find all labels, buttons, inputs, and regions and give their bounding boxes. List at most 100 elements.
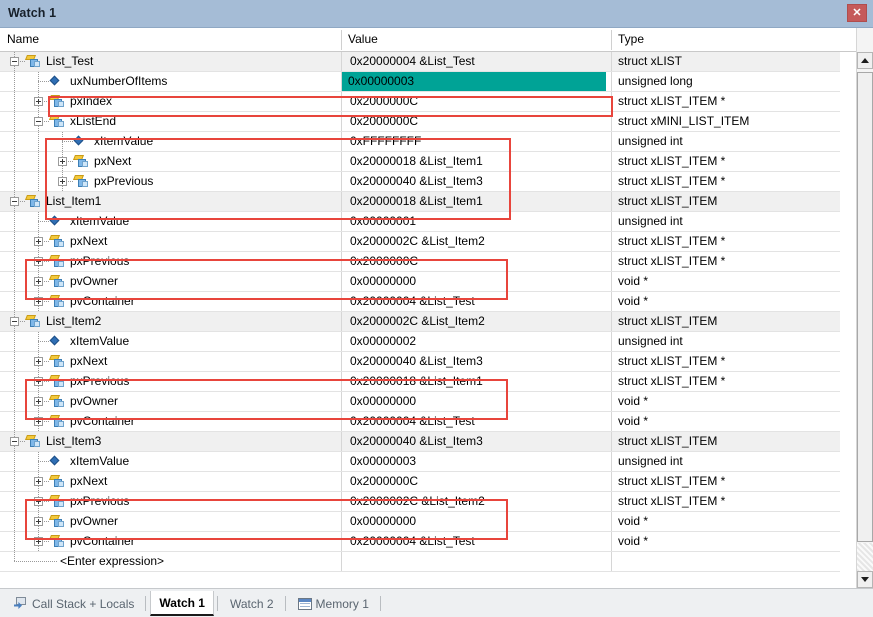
collapse-icon[interactable]	[10, 57, 19, 66]
table-row[interactable]: pvContainer 0x20000004 &List_Test void *	[0, 292, 840, 312]
tab-call-stack-locals[interactable]: Call Stack + Locals	[6, 591, 142, 616]
expand-icon[interactable]	[34, 537, 43, 546]
cell-value[interactable]	[341, 552, 611, 571]
cell-value[interactable]: 0x00000001	[341, 212, 611, 231]
table-row[interactable]: List_Item1 0x20000018 &List_Item1 struct x…	[0, 192, 840, 212]
cell-value[interactable]: 0x2000002C &List_Item2	[341, 312, 611, 331]
expand-icon[interactable]	[34, 477, 43, 486]
collapse-icon[interactable]	[10, 197, 19, 206]
cell-name[interactable]: pxIndex	[0, 92, 341, 111]
cell-name[interactable]: uxNumberOfItems	[0, 72, 341, 91]
cell-value[interactable]: 0x00000002	[341, 332, 611, 351]
table-row[interactable]: List_Item3 0x20000040 &List_Item3 struct x…	[0, 432, 840, 452]
expand-icon[interactable]	[34, 357, 43, 366]
cell-name[interactable]: pvContainer	[0, 292, 341, 311]
cell-name[interactable]: pvOwner	[0, 272, 341, 291]
expand-icon[interactable]	[34, 417, 43, 426]
expand-icon[interactable]	[34, 397, 43, 406]
cell-value[interactable]: 0x2000002C &List_Item2	[341, 492, 611, 511]
table-row[interactable]: xItemValue 0x00000003 unsigned int	[0, 452, 840, 472]
expand-icon[interactable]	[34, 237, 43, 246]
cell-value[interactable]: 0x00000003	[341, 452, 611, 471]
expand-icon[interactable]	[58, 177, 67, 186]
table-row[interactable]: List_Test 0x20000004 &List_Test struct xLI…	[0, 52, 840, 72]
cell-value[interactable]: 0x2000000C	[341, 472, 611, 491]
table-row[interactable]: pxPrevious 0x2000000C struct xLIST_ITEM *	[0, 252, 840, 272]
expand-icon[interactable]	[34, 517, 43, 526]
expand-icon[interactable]	[34, 257, 43, 266]
cell-value[interactable]: 0x20000018 &List_Item1	[341, 152, 611, 171]
collapse-icon[interactable]	[34, 117, 43, 126]
close-button[interactable]: ✕	[847, 4, 867, 22]
table-row[interactable]: pvContainer 0x20000004 &List_Test void *	[0, 412, 840, 432]
cell-name[interactable]: List_Item3	[0, 432, 341, 451]
column-header-value[interactable]: Value	[341, 28, 611, 51]
scrollbar-thumb[interactable]	[857, 72, 873, 542]
cell-value[interactable]: 0x20000040 &List_Item3	[341, 352, 611, 371]
cell-name[interactable]: pxPrevious	[0, 372, 341, 391]
scroll-down-button[interactable]	[857, 571, 873, 588]
table-row[interactable]: pxPrevious 0x20000018 &List_Item1 struct x…	[0, 372, 840, 392]
table-row[interactable]: pvContainer 0x20000004 &List_Test void *	[0, 532, 840, 552]
table-row[interactable]: xItemValue 0x00000002 unsigned int	[0, 332, 840, 352]
scroll-up-button[interactable]	[857, 52, 873, 69]
table-row[interactable]: xItemValue 0xFFFFFFFF unsigned int	[0, 132, 840, 152]
cell-name[interactable]: pxNext	[0, 232, 341, 251]
cell-value[interactable]: 0x2000002C &List_Item2	[341, 232, 611, 251]
expand-icon[interactable]	[34, 297, 43, 306]
cell-value[interactable]: 0x20000040 &List_Item3	[341, 432, 611, 451]
table-row[interactable]: pxPrevious 0x2000002C &List_Item2 struct x…	[0, 492, 840, 512]
table-row[interactable]: pvOwner 0x00000000 void *	[0, 512, 840, 532]
table-row[interactable]: xItemValue 0x00000001 unsigned int	[0, 212, 840, 232]
expand-icon[interactable]	[34, 497, 43, 506]
cell-name[interactable]: pxNext	[0, 152, 341, 171]
cell-name[interactable]: xItemValue	[0, 212, 341, 231]
cell-value[interactable]: 0x20000040 &List_Item3	[341, 172, 611, 191]
tab-watch-1[interactable]: Watch 1	[150, 591, 214, 616]
table-row[interactable]: pxNext 0x20000040 &List_Item3 struct xLIST…	[0, 352, 840, 372]
enter-expression-placeholder[interactable]: <Enter expression>	[60, 552, 164, 571]
cell-name[interactable]: pxPrevious	[0, 172, 341, 191]
cell-name[interactable]: pxNext	[0, 352, 341, 371]
cell-name[interactable]: xListEnd	[0, 112, 341, 131]
cell-name[interactable]: pvContainer	[0, 532, 341, 551]
cell-value[interactable]: 0x20000004 &List_Test	[341, 412, 611, 431]
cell-name[interactable]: pvContainer	[0, 412, 341, 431]
cell-value[interactable]: 0x20000004 &List_Test	[341, 52, 611, 71]
cell-name[interactable]: xItemValue	[0, 332, 341, 351]
scrollbar-track[interactable]	[857, 543, 873, 571]
cell-value[interactable]: 0xFFFFFFFF	[341, 132, 611, 151]
tab-memory-1[interactable]: Memory 1	[290, 591, 377, 616]
table-row[interactable]: List_Item2 0x2000002C &List_Item2 struct x…	[0, 312, 840, 332]
table-row[interactable]: pxPrevious 0x20000040 &List_Item3 struct x…	[0, 172, 840, 192]
vertical-scrollbar[interactable]	[856, 28, 873, 588]
collapse-icon[interactable]	[10, 437, 19, 446]
cell-name[interactable]: pxNext	[0, 472, 341, 491]
cell-name[interactable]: xItemValue	[0, 452, 341, 471]
column-header-type[interactable]: Type	[611, 28, 840, 51]
table-row[interactable]: pvOwner 0x00000000 void *	[0, 272, 840, 292]
cell-name[interactable]: pxPrevious	[0, 252, 341, 271]
table-row[interactable]: pvOwner 0x00000000 void *	[0, 392, 840, 412]
cell-name[interactable]: <Enter expression>	[0, 552, 341, 571]
expand-icon[interactable]	[34, 277, 43, 286]
cell-name[interactable]: pxPrevious	[0, 492, 341, 511]
table-row[interactable]: pxNext 0x20000018 &List_Item1 struct xLIST…	[0, 152, 840, 172]
cell-value[interactable]: 0x2000000C	[341, 92, 611, 111]
cell-value[interactable]: 0x2000000C	[341, 112, 611, 131]
cell-value[interactable]: 0x2000000C	[341, 252, 611, 271]
cell-name[interactable]: List_Test	[0, 52, 341, 71]
table-row[interactable]: pxNext 0x2000002C &List_Item2 struct xLIST…	[0, 232, 840, 252]
collapse-icon[interactable]	[10, 317, 19, 326]
expand-icon[interactable]	[34, 377, 43, 386]
expand-icon[interactable]	[34, 97, 43, 106]
cell-name[interactable]: List_Item2	[0, 312, 341, 331]
table-row[interactable]: pxNext 0x2000000C struct xLIST_ITEM *	[0, 472, 840, 492]
cell-name[interactable]: xItemValue	[0, 132, 341, 151]
table-row[interactable]: uxNumberOfItems 0x00000003 unsigned long	[0, 72, 840, 92]
cell-value[interactable]: 0x00000000	[341, 272, 611, 291]
column-header-name[interactable]: Name	[0, 28, 341, 51]
cell-value[interactable]: 0x00000000	[341, 512, 611, 531]
cell-value[interactable]: 0x20000018 &List_Item1	[341, 372, 611, 391]
expand-icon[interactable]	[58, 157, 67, 166]
